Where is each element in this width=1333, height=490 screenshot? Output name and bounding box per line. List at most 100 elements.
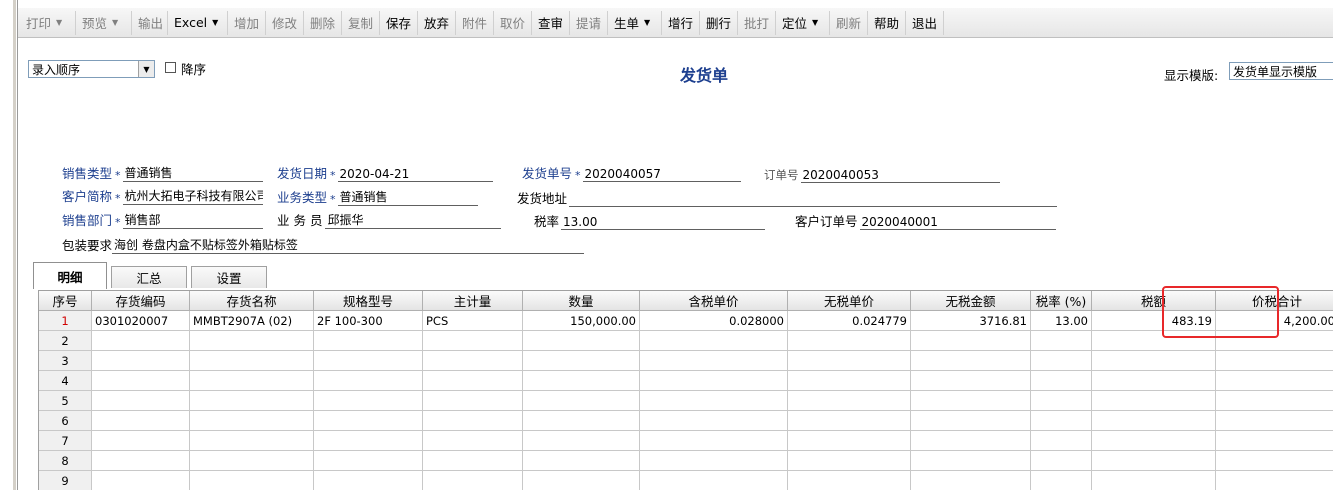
order-no-input[interactable]: 2020040053 [800, 167, 1000, 183]
table-cell[interactable] [190, 371, 314, 391]
table-cell[interactable] [1216, 411, 1333, 431]
toolbar-button-13[interactable]: 提请 [570, 10, 608, 35]
toolbar-button-5[interactable]: 修改 [266, 10, 304, 35]
toolbar-button-17[interactable]: 批打 [738, 10, 776, 35]
table-cell[interactable]: 483.19 [1092, 311, 1216, 331]
table-cell[interactable] [1031, 351, 1092, 371]
table-cell[interactable] [1092, 391, 1216, 411]
toolbar-button-1[interactable]: 预览 ▼ [76, 10, 132, 35]
table-cell[interactable] [423, 451, 523, 471]
dept-input[interactable]: 销售部 [122, 213, 263, 229]
table-cell[interactable] [788, 391, 911, 411]
table-cell[interactable] [92, 411, 190, 431]
column-header[interactable]: 规格型号 [314, 291, 423, 311]
table-cell[interactable] [314, 391, 423, 411]
table-cell[interactable] [523, 431, 640, 451]
toolbar-button-2[interactable]: 输出 [132, 10, 168, 35]
column-header[interactable]: 存货编码 [92, 291, 190, 311]
table-row[interactable]: 3 [39, 351, 1333, 371]
table-cell[interactable] [523, 351, 640, 371]
table-row[interactable]: 6 [39, 411, 1333, 431]
sale-type-input[interactable]: 普通销售 [122, 166, 263, 182]
table-cell[interactable] [640, 411, 788, 431]
table-cell[interactable] [1216, 451, 1333, 471]
table-cell[interactable] [1092, 451, 1216, 471]
table-cell[interactable] [911, 471, 1031, 490]
table-cell[interactable] [911, 411, 1031, 431]
table-cell[interactable] [314, 471, 423, 490]
table-cell[interactable] [1216, 371, 1333, 391]
table-cell[interactable] [1092, 411, 1216, 431]
table-cell[interactable] [423, 371, 523, 391]
table-cell[interactable] [523, 331, 640, 351]
table-cell[interactable] [523, 471, 640, 490]
toolbar-button-7[interactable]: 复制 [342, 10, 380, 35]
table-cell[interactable] [92, 391, 190, 411]
table-cell[interactable] [92, 351, 190, 371]
toolbar-button-3[interactable]: Excel ▼ [168, 10, 228, 35]
toolbar-button-11[interactable]: 取价 [494, 10, 532, 35]
tab-1[interactable]: 汇总 [111, 266, 187, 288]
toolbar-button-16[interactable]: 删行 [700, 10, 738, 35]
toolbar-button-18[interactable]: 定位 ▼ [776, 10, 830, 35]
table-cell[interactable] [523, 391, 640, 411]
column-header[interactable]: 无税单价 [788, 291, 911, 311]
table-cell[interactable] [423, 351, 523, 371]
column-header[interactable]: 含税单价 [640, 291, 788, 311]
chevron-down-icon[interactable]: ▼ [138, 61, 154, 77]
table-cell[interactable] [640, 451, 788, 471]
table-cell[interactable] [1031, 471, 1092, 490]
table-cell[interactable] [1031, 431, 1092, 451]
table-cell[interactable] [788, 451, 911, 471]
table-cell[interactable] [788, 411, 911, 431]
table-cell[interactable] [523, 411, 640, 431]
table-cell[interactable] [788, 351, 911, 371]
table-cell[interactable]: 150,000.00 [523, 311, 640, 331]
table-cell[interactable] [92, 431, 190, 451]
toolbar-button-4[interactable]: 增加 [228, 10, 266, 35]
table-cell[interactable] [92, 331, 190, 351]
table-cell[interactable] [911, 451, 1031, 471]
toolbar-button-9[interactable]: 放弃 [418, 10, 456, 35]
table-cell[interactable]: PCS [423, 311, 523, 331]
table-cell[interactable] [92, 371, 190, 391]
table-row[interactable]: 9 [39, 471, 1333, 490]
toolbar-button-6[interactable]: 删除 [304, 10, 342, 35]
table-cell[interactable]: 4,200.00 [1216, 311, 1333, 331]
table-cell[interactable] [523, 451, 640, 471]
table-cell[interactable] [640, 391, 788, 411]
table-cell[interactable] [788, 431, 911, 451]
toolbar-button-14[interactable]: 生单 ▼ [608, 10, 662, 35]
table-cell[interactable] [788, 371, 911, 391]
table-cell[interactable] [1216, 391, 1333, 411]
toolbar-button-20[interactable]: 帮助 [868, 10, 906, 35]
order-select[interactable]: 录入顺序 ▼ [28, 60, 155, 78]
table-cell[interactable] [1092, 371, 1216, 391]
table-row[interactable]: 1 0301020007 MMBT2907A (02) 2F 100-300 PCS 15… [39, 311, 1333, 331]
table-cell[interactable] [911, 371, 1031, 391]
table-cell[interactable] [1031, 451, 1092, 471]
table-cell[interactable] [190, 451, 314, 471]
table-cell[interactable] [423, 471, 523, 490]
table-cell[interactable] [1031, 371, 1092, 391]
table-cell[interactable] [190, 431, 314, 451]
table-cell[interactable] [190, 471, 314, 490]
table-cell[interactable] [92, 471, 190, 490]
template-select[interactable]: 发货单显示模版 [1229, 62, 1333, 80]
table-cell[interactable] [911, 391, 1031, 411]
chevron-down-icon[interactable]: ▼ [112, 18, 118, 27]
table-cell[interactable] [423, 431, 523, 451]
customer-input[interactable]: 杭州大拓电子科技有限公司 [122, 189, 263, 205]
ship-addr-input[interactable] [569, 191, 1058, 207]
table-cell[interactable] [640, 331, 788, 351]
table-cell[interactable] [788, 471, 911, 490]
table-cell[interactable] [92, 451, 190, 471]
column-header[interactable]: 序号 [39, 291, 92, 311]
staff-input[interactable]: 邱振华 [325, 213, 502, 229]
table-cell[interactable] [1031, 391, 1092, 411]
table-cell[interactable] [640, 431, 788, 451]
ship-no-input[interactable]: 2020040057 [582, 166, 741, 182]
chevron-down-icon[interactable]: ▼ [644, 18, 650, 27]
table-cell[interactable] [1216, 471, 1333, 490]
column-header[interactable]: 数量 [523, 291, 640, 311]
